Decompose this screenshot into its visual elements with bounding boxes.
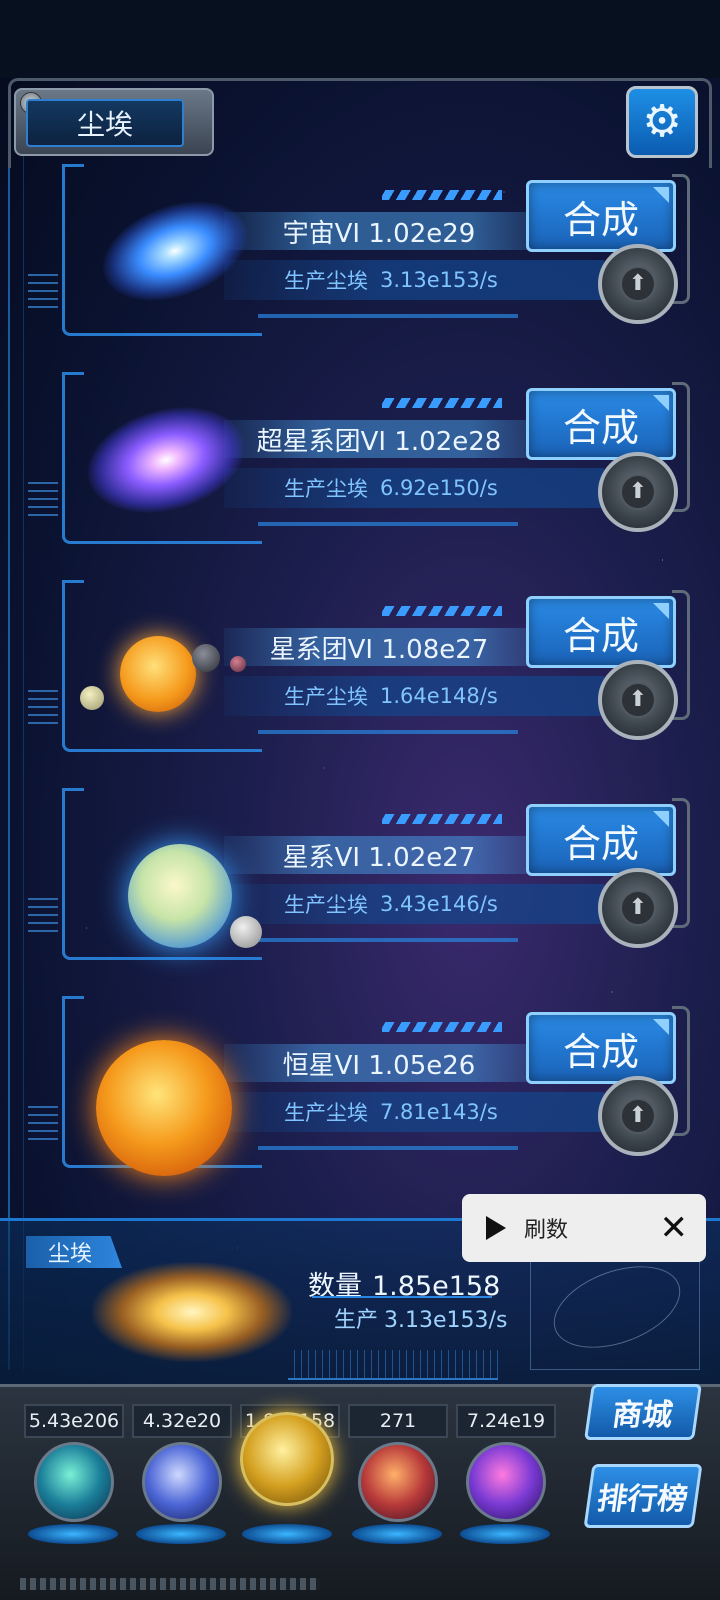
- circuit-decoration: [28, 274, 58, 308]
- item-name: 星系VI 1.02e27: [224, 836, 534, 874]
- up-arrow-icon: ⬆: [620, 474, 656, 510]
- stripe-decoration: [382, 398, 502, 408]
- production-value: 3.13e153/s: [380, 268, 498, 292]
- molecule-orb-icon[interactable]: [34, 1442, 114, 1522]
- star-sun-image: [96, 1040, 232, 1176]
- resource-counter: 271: [348, 1404, 448, 1438]
- item-production: 生产尘埃 3.43e146/s: [224, 884, 604, 924]
- merge-button[interactable]: 合成: [526, 1012, 676, 1084]
- upgrade-button[interactable]: ⬆: [598, 452, 678, 532]
- moon-image: [230, 916, 262, 948]
- upgrade-button[interactable]: ⬆: [598, 868, 678, 948]
- production-label: 生产尘埃: [284, 269, 368, 293]
- resource-counter: 7.24e19: [456, 1404, 556, 1438]
- lightning-orb-icon[interactable]: [142, 1442, 222, 1522]
- row-underline: [258, 730, 518, 734]
- production-value: 7.81e143/s: [380, 1100, 498, 1124]
- merge-button[interactable]: 合成: [526, 180, 676, 252]
- item-production: 生产尘埃 7.81e143/s: [224, 1092, 604, 1132]
- up-arrow-icon: ⬆: [620, 1098, 656, 1134]
- merge-button[interactable]: 合成: [526, 596, 676, 668]
- pedestal: [460, 1524, 550, 1544]
- top-status-area: [0, 0, 720, 78]
- production-value: 6.92e150/s: [380, 476, 498, 500]
- production-value: 1.64e148/s: [380, 684, 498, 708]
- ranking-button[interactable]: 排行榜: [583, 1464, 703, 1528]
- production-label: 生产尘埃: [284, 685, 368, 709]
- upgrade-button[interactable]: ⬆: [598, 660, 678, 740]
- resource-counter: 5.43e206: [24, 1404, 124, 1438]
- dust-explosion-image: [92, 1262, 292, 1362]
- production-label: 生产尘埃: [284, 893, 368, 917]
- circuit-decoration: [28, 898, 58, 932]
- item-production: 生产尘埃 1.64e148/s: [224, 676, 604, 716]
- pedestal: [242, 1524, 332, 1544]
- row-underline: [258, 314, 518, 318]
- item-name: 恒星VI 1.05e26: [224, 1044, 534, 1082]
- pale-planet-image: [80, 686, 104, 710]
- merge-button[interactable]: 合成: [526, 388, 676, 460]
- stripe-decoration: [382, 814, 502, 824]
- row-underline: [258, 938, 518, 942]
- gear-icon: ⚙: [642, 96, 682, 147]
- item-production: 生产尘埃 3.13e153/s: [224, 260, 604, 300]
- resource-counter: 4.32e20: [132, 1404, 232, 1438]
- galaxy-planet-image: [128, 844, 232, 948]
- up-arrow-icon: ⬆: [620, 890, 656, 926]
- item-name: 宇宙VI 1.02e29: [224, 212, 534, 250]
- row-underline: [258, 1146, 518, 1150]
- circuit-decoration: [28, 1106, 58, 1140]
- stripe-decoration: [382, 606, 502, 616]
- item-name: 星系团VI 1.08e27: [224, 628, 534, 666]
- orbit-diagram-decoration: [530, 1250, 700, 1370]
- production-label: 生产尘埃: [284, 477, 368, 501]
- up-arrow-icon: ⬆: [620, 682, 656, 718]
- left-rail: [8, 90, 24, 1370]
- refresh-toast[interactable]: 刷数 ✕: [462, 1194, 706, 1262]
- brain-orb-icon[interactable]: [358, 1442, 438, 1522]
- galaxy-cluster-sun-image: [120, 636, 196, 712]
- dust-orb-icon[interactable]: [240, 1412, 334, 1506]
- waveform-decoration: [288, 1350, 498, 1380]
- dust-rate: 生产 3.13e153/s: [334, 1302, 507, 1334]
- dust-rate-value: 3.13e153/s: [384, 1308, 508, 1333]
- up-arrow-icon: ⬆: [620, 266, 656, 302]
- item-name: 超星系团VI 1.02e28: [224, 420, 534, 458]
- dust-rate-label: 生产: [334, 1308, 379, 1333]
- circuit-decoration: [28, 690, 58, 724]
- dark-planet-image: [192, 644, 220, 672]
- stripe-decoration: [382, 1022, 502, 1032]
- vortex-orb-icon[interactable]: [466, 1442, 546, 1522]
- play-icon: [486, 1216, 506, 1240]
- shop-button[interactable]: 商城: [584, 1384, 702, 1440]
- pedestal: [136, 1524, 226, 1544]
- pink-planet-image: [230, 656, 246, 672]
- production-value: 3.43e146/s: [380, 892, 498, 916]
- pedestal: [28, 1524, 118, 1544]
- row-underline: [258, 522, 518, 526]
- close-icon[interactable]: ✕: [660, 1211, 689, 1245]
- page-title: 尘埃: [26, 99, 184, 147]
- circuit-decoration: [28, 482, 58, 516]
- upgrade-button[interactable]: ⬆: [598, 244, 678, 324]
- stripe-decoration: [382, 190, 502, 200]
- grille-decoration: [20, 1578, 320, 1590]
- upgrade-button[interactable]: ⬆: [598, 1076, 678, 1156]
- production-label: 生产尘埃: [284, 1101, 368, 1125]
- pedestal: [352, 1524, 442, 1544]
- item-production: 生产尘埃 6.92e150/s: [224, 468, 604, 508]
- merge-button[interactable]: 合成: [526, 804, 676, 876]
- settings-button[interactable]: ⚙: [626, 86, 698, 158]
- toast-label: 刷数: [524, 1218, 569, 1243]
- dust-divider: [312, 1296, 492, 1298]
